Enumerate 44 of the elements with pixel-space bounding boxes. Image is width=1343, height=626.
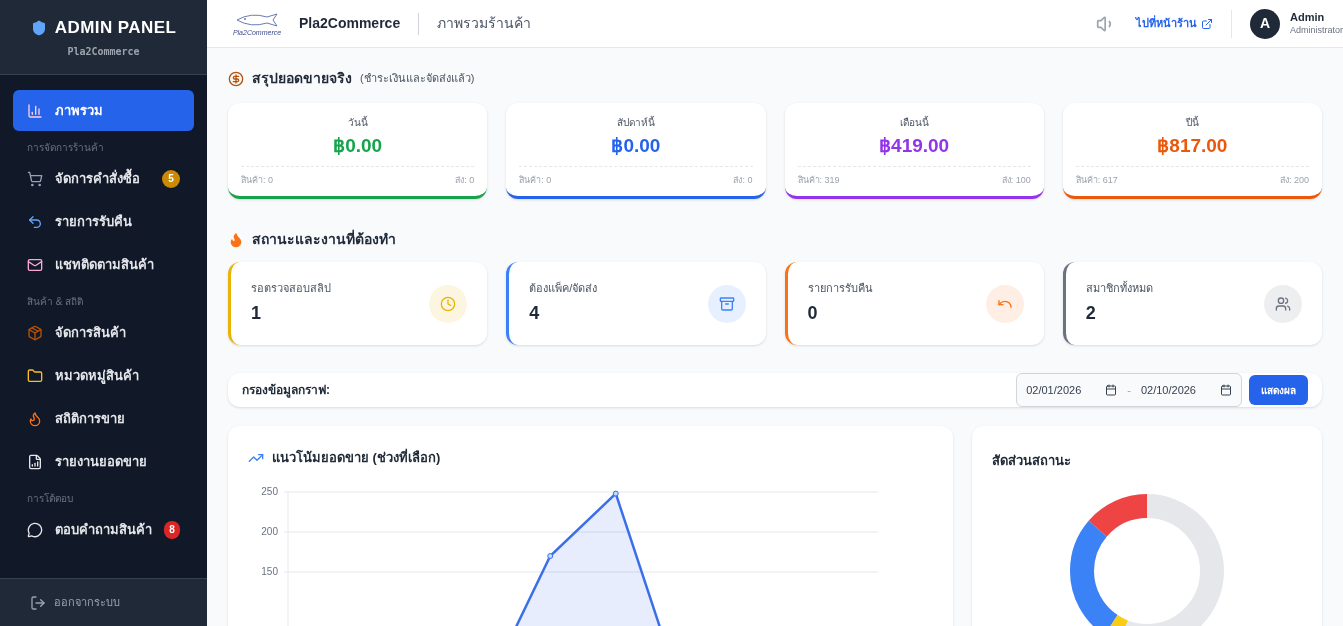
sales-amount: ฿0.00 — [332, 134, 384, 158]
page-title: ภาพรวมร้านค้า — [437, 14, 532, 33]
chart-title: สัดส่วนสถานะ — [992, 453, 1071, 468]
task-label: รอตรวจสอบสลิป — [251, 280, 332, 296]
panel-title: ADMIN PANEL — [54, 16, 177, 39]
sales-amount: ฿0.00 — [610, 134, 662, 158]
product-count: สินค้า: 0 — [241, 173, 273, 187]
filter-label: กรองข้อมูลกราฟ: — [242, 382, 331, 399]
task-label: ต้องแพ็ค/จัดส่ง — [529, 280, 599, 296]
task-label: สมาชิกทั้งหมด — [1085, 280, 1154, 296]
period-label: ปีนี้ — [1184, 115, 1200, 130]
task-count: 2 — [1085, 302, 1097, 326]
section-label: สินค้า & สถิติ — [26, 295, 85, 309]
period-label: วันนี้ — [346, 115, 369, 130]
user-role: Administrator — [1290, 24, 1343, 36]
product-count: สินค้า: 617 — [1075, 173, 1118, 187]
chart-title: แนวโน้มยอดขาย (ช่วงที่เลือก) — [272, 448, 441, 467]
task-count: 0 — [807, 302, 819, 326]
period-label: เดือนนี้ — [898, 115, 930, 130]
task-count: 4 — [529, 302, 541, 326]
y-tick-label: 200 — [261, 525, 278, 537]
y-tick-label: 150 — [261, 565, 278, 577]
section-label: การจัดการร้านค้า — [26, 141, 105, 155]
section-note: (ชำระเงินและจัดส่งแล้ว) — [360, 71, 475, 87]
brand-name: Pla2Commerce — [299, 14, 401, 33]
sales-amount: ฿817.00 — [1156, 134, 1229, 158]
user-name: Admin — [1290, 11, 1326, 25]
count-badge: 8 — [164, 520, 180, 539]
shipping-count: ส่ง: 200 — [1279, 173, 1309, 187]
task-count: 1 — [251, 302, 262, 326]
period-label: สัปดาห์นี้ — [615, 115, 656, 130]
count-badge: 5 — [162, 169, 180, 188]
panel-subtitle: Pla2Commerce — [67, 45, 140, 60]
task-label: รายการรับคืน — [807, 280, 874, 296]
product-count: สินค้า: 0 — [519, 173, 552, 187]
sales-amount: ฿419.00 — [878, 134, 951, 158]
y-tick-label: 250 — [261, 485, 278, 497]
shipping-count: ส่ง: 0 — [733, 173, 753, 187]
product-count: สินค้า: 319 — [797, 173, 840, 187]
shipping-count: ส่ง: 0 — [455, 173, 475, 187]
section-title: สรุปยอดขายจริง — [252, 69, 352, 89]
shipping-count: ส่ง: 100 — [1001, 173, 1031, 187]
section-label: การโต้ตอบ — [26, 492, 74, 506]
section-title: สถานะและงานที่ต้องทำ — [252, 229, 396, 249]
